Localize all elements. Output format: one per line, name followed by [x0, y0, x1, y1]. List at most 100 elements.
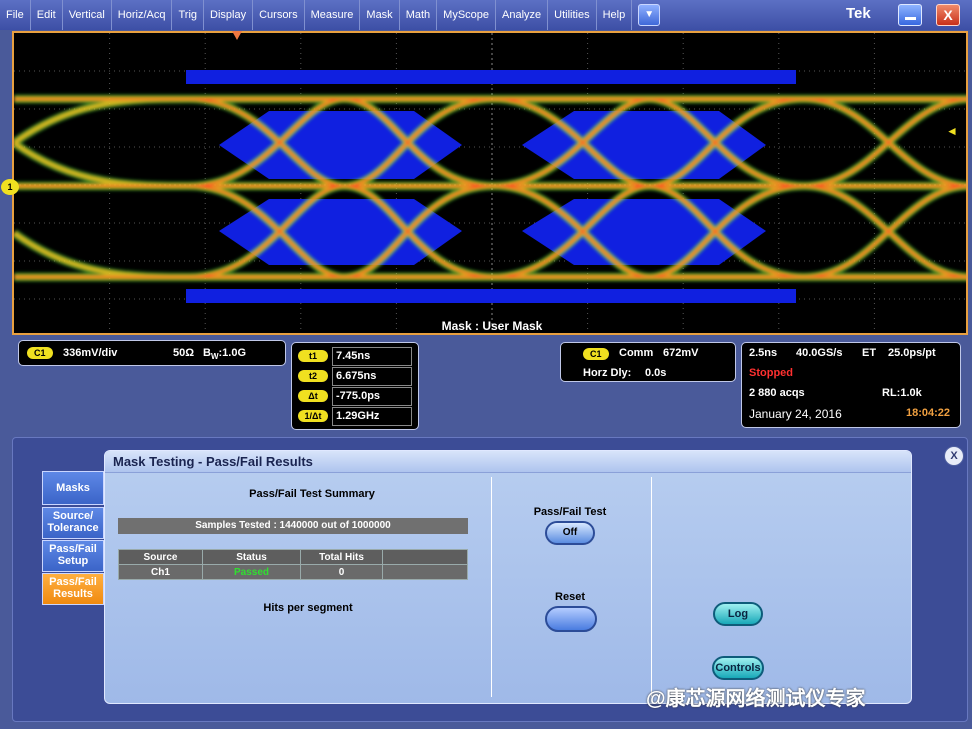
input-impedance: 50Ω	[173, 347, 195, 359]
vertical-scale: 336mV/div	[63, 347, 118, 359]
channel-1-marker[interactable]: 1	[1, 179, 19, 195]
pass-fail-test-toggle[interactable]: Off	[545, 521, 595, 545]
menu-horiz-acq[interactable]: Horiz/Acq	[112, 0, 173, 30]
eye-diagram	[14, 33, 966, 333]
menu-trig[interactable]: Trig	[172, 0, 205, 30]
cell-status: Passed	[202, 564, 301, 580]
bandwidth-label: BW:1.0G	[203, 347, 246, 361]
table-header-row: Source Status Total Hits	[118, 549, 468, 565]
acq-time: 18:04:22	[906, 407, 951, 419]
tab-label-line1: Source/	[52, 510, 94, 522]
bw-subscript: W	[210, 352, 219, 362]
acq-mode: ET	[862, 347, 877, 359]
cursor-inverse-badge: 1/Δt	[298, 410, 328, 422]
cursor-row-inverse: 1/Δt 1.29GHz	[298, 406, 416, 426]
tab-masks-label: Masks	[56, 482, 90, 494]
tab-label-line2: Tolerance	[47, 522, 99, 534]
controls-button[interactable]: Controls	[712, 656, 764, 680]
tab-masks[interactable]: Masks	[42, 471, 104, 505]
cell-total-hits: 0	[300, 564, 383, 580]
panel-title: Mask Testing - Pass/Fail Results	[105, 451, 911, 473]
horz-delay-value: 0.0s	[645, 367, 667, 379]
panel-close-button[interactable]: X	[944, 446, 964, 466]
menu-edit[interactable]: Edit	[31, 0, 63, 30]
cursor-delta-badge: Δt	[298, 390, 328, 402]
mask-label: Mask : User Mask	[441, 319, 543, 333]
cursor-readout[interactable]: t1 7.45ns t2 6.675ns Δt -775.0ps 1/Δt 1.…	[291, 342, 419, 430]
channel-1-readout[interactable]: C1 336mV/div 50Ω BW:1.0G	[18, 340, 286, 366]
acquisition-readout[interactable]: 2.5ns 40.0GS/s ET 25.0ps/pt Stopped 2 88…	[741, 342, 961, 428]
trigger-level-icon[interactable]: ◄	[946, 124, 958, 138]
trigger-readout[interactable]: C1 Comm 672mV Horz Dly: 0.0s	[560, 342, 736, 382]
cursor-t2-badge: t2	[298, 370, 328, 382]
cell-empty	[382, 564, 468, 580]
menu-mask[interactable]: Mask	[360, 0, 400, 30]
trigger-source-badge: C1	[583, 348, 609, 360]
trigger-position-icon[interactable]	[232, 31, 242, 40]
menu-cursors[interactable]: Cursors	[253, 0, 305, 30]
watermark: @康芯源网络测试仪专家	[646, 688, 866, 710]
cursor-t2-value: 6.675ns	[332, 366, 412, 386]
eye-traces	[14, 94, 966, 282]
tab-pass-fail-results[interactable]: Pass/Fail Results	[42, 573, 104, 605]
cell-source: Ch1	[118, 564, 203, 580]
menu-myscope[interactable]: MyScope	[437, 0, 497, 30]
cursor-inverse-value: 1.29GHz	[332, 406, 412, 426]
tab-label-line1: Pass/Fail	[49, 576, 97, 588]
record-length: RL:1.0k	[882, 387, 922, 399]
tab-label-line2: Results	[53, 588, 93, 600]
acq-state: Stopped	[749, 367, 793, 379]
tab-label-line1: Pass/Fail	[49, 543, 97, 555]
tab-label-line2: Setup	[57, 555, 89, 567]
panel-divider	[491, 477, 492, 697]
channel-1-badge: C1	[27, 347, 53, 359]
summary-title: Pass/Fail Test Summary	[249, 488, 375, 500]
menu-bar: File Edit Vertical Horiz/Acq Trig Displa…	[0, 0, 972, 30]
menu-utilities[interactable]: Utilities	[548, 0, 597, 30]
sample-rate: 40.0GS/s	[796, 347, 843, 359]
mask-top-bar	[186, 70, 796, 84]
header-empty	[382, 549, 468, 565]
panel-divider	[651, 477, 652, 697]
trigger-level: 672mV	[663, 347, 699, 359]
minimize-button[interactable]	[898, 4, 922, 26]
tab-source-tolerance[interactable]: Source/Tolerance	[42, 507, 104, 539]
hits-per-segment-label: Hits per segment	[263, 602, 353, 614]
header-total-hits: Total Hits	[300, 549, 383, 565]
table-row[interactable]: Ch1 Passed 0	[118, 564, 468, 580]
acq-date: January 24, 2016	[749, 407, 842, 421]
log-button[interactable]: Log	[713, 602, 763, 626]
menu-help[interactable]: Help	[597, 0, 633, 30]
trigger-mode: Comm	[619, 347, 654, 359]
reset-button[interactable]	[545, 606, 597, 632]
menu-file[interactable]: File	[0, 0, 31, 30]
cursor-t1-value: 7.45ns	[332, 346, 412, 366]
waveform-display[interactable]: Mask : User Mask	[12, 31, 968, 335]
resolution: 25.0ps/pt	[888, 347, 936, 359]
menu-dropdown-icon[interactable]: ▼	[638, 4, 661, 26]
tab-pass-fail-setup[interactable]: Pass/Fail Setup	[42, 540, 104, 572]
cursor-row-t1: t1 7.45ns	[298, 346, 416, 366]
tek-logo: Tek	[846, 5, 871, 22]
cursor-t1-badge: t1	[298, 350, 328, 362]
menu-analyze[interactable]: Analyze	[496, 0, 549, 30]
close-window-button[interactable]: X	[936, 4, 960, 26]
menu-math[interactable]: Math	[400, 0, 438, 30]
cursor-row-delta: Δt -775.0ps	[298, 386, 416, 406]
mask-bottom-bar	[186, 289, 796, 303]
header-status: Status	[202, 549, 301, 565]
header-source: Source	[118, 549, 203, 565]
menu-vertical[interactable]: Vertical	[63, 0, 112, 30]
menu-measure[interactable]: Measure	[305, 0, 361, 30]
pass-fail-test-label: Pass/Fail Test	[533, 506, 607, 518]
cursor-delta-value: -775.0ps	[332, 386, 412, 406]
bandwidth-value: :1.0G	[218, 347, 247, 359]
results-table: Source Status Total Hits Ch1 Passed 0	[118, 549, 468, 580]
menu-display[interactable]: Display	[204, 0, 254, 30]
samples-tested: Samples Tested : 1440000 out of 1000000	[118, 518, 468, 534]
timebase: 2.5ns	[749, 347, 778, 359]
horz-delay-label: Horz Dly:	[583, 367, 632, 379]
acq-count: 2 880 acqs	[749, 387, 805, 399]
reset-label: Reset	[555, 591, 585, 603]
bw-prefix: B	[203, 347, 211, 359]
